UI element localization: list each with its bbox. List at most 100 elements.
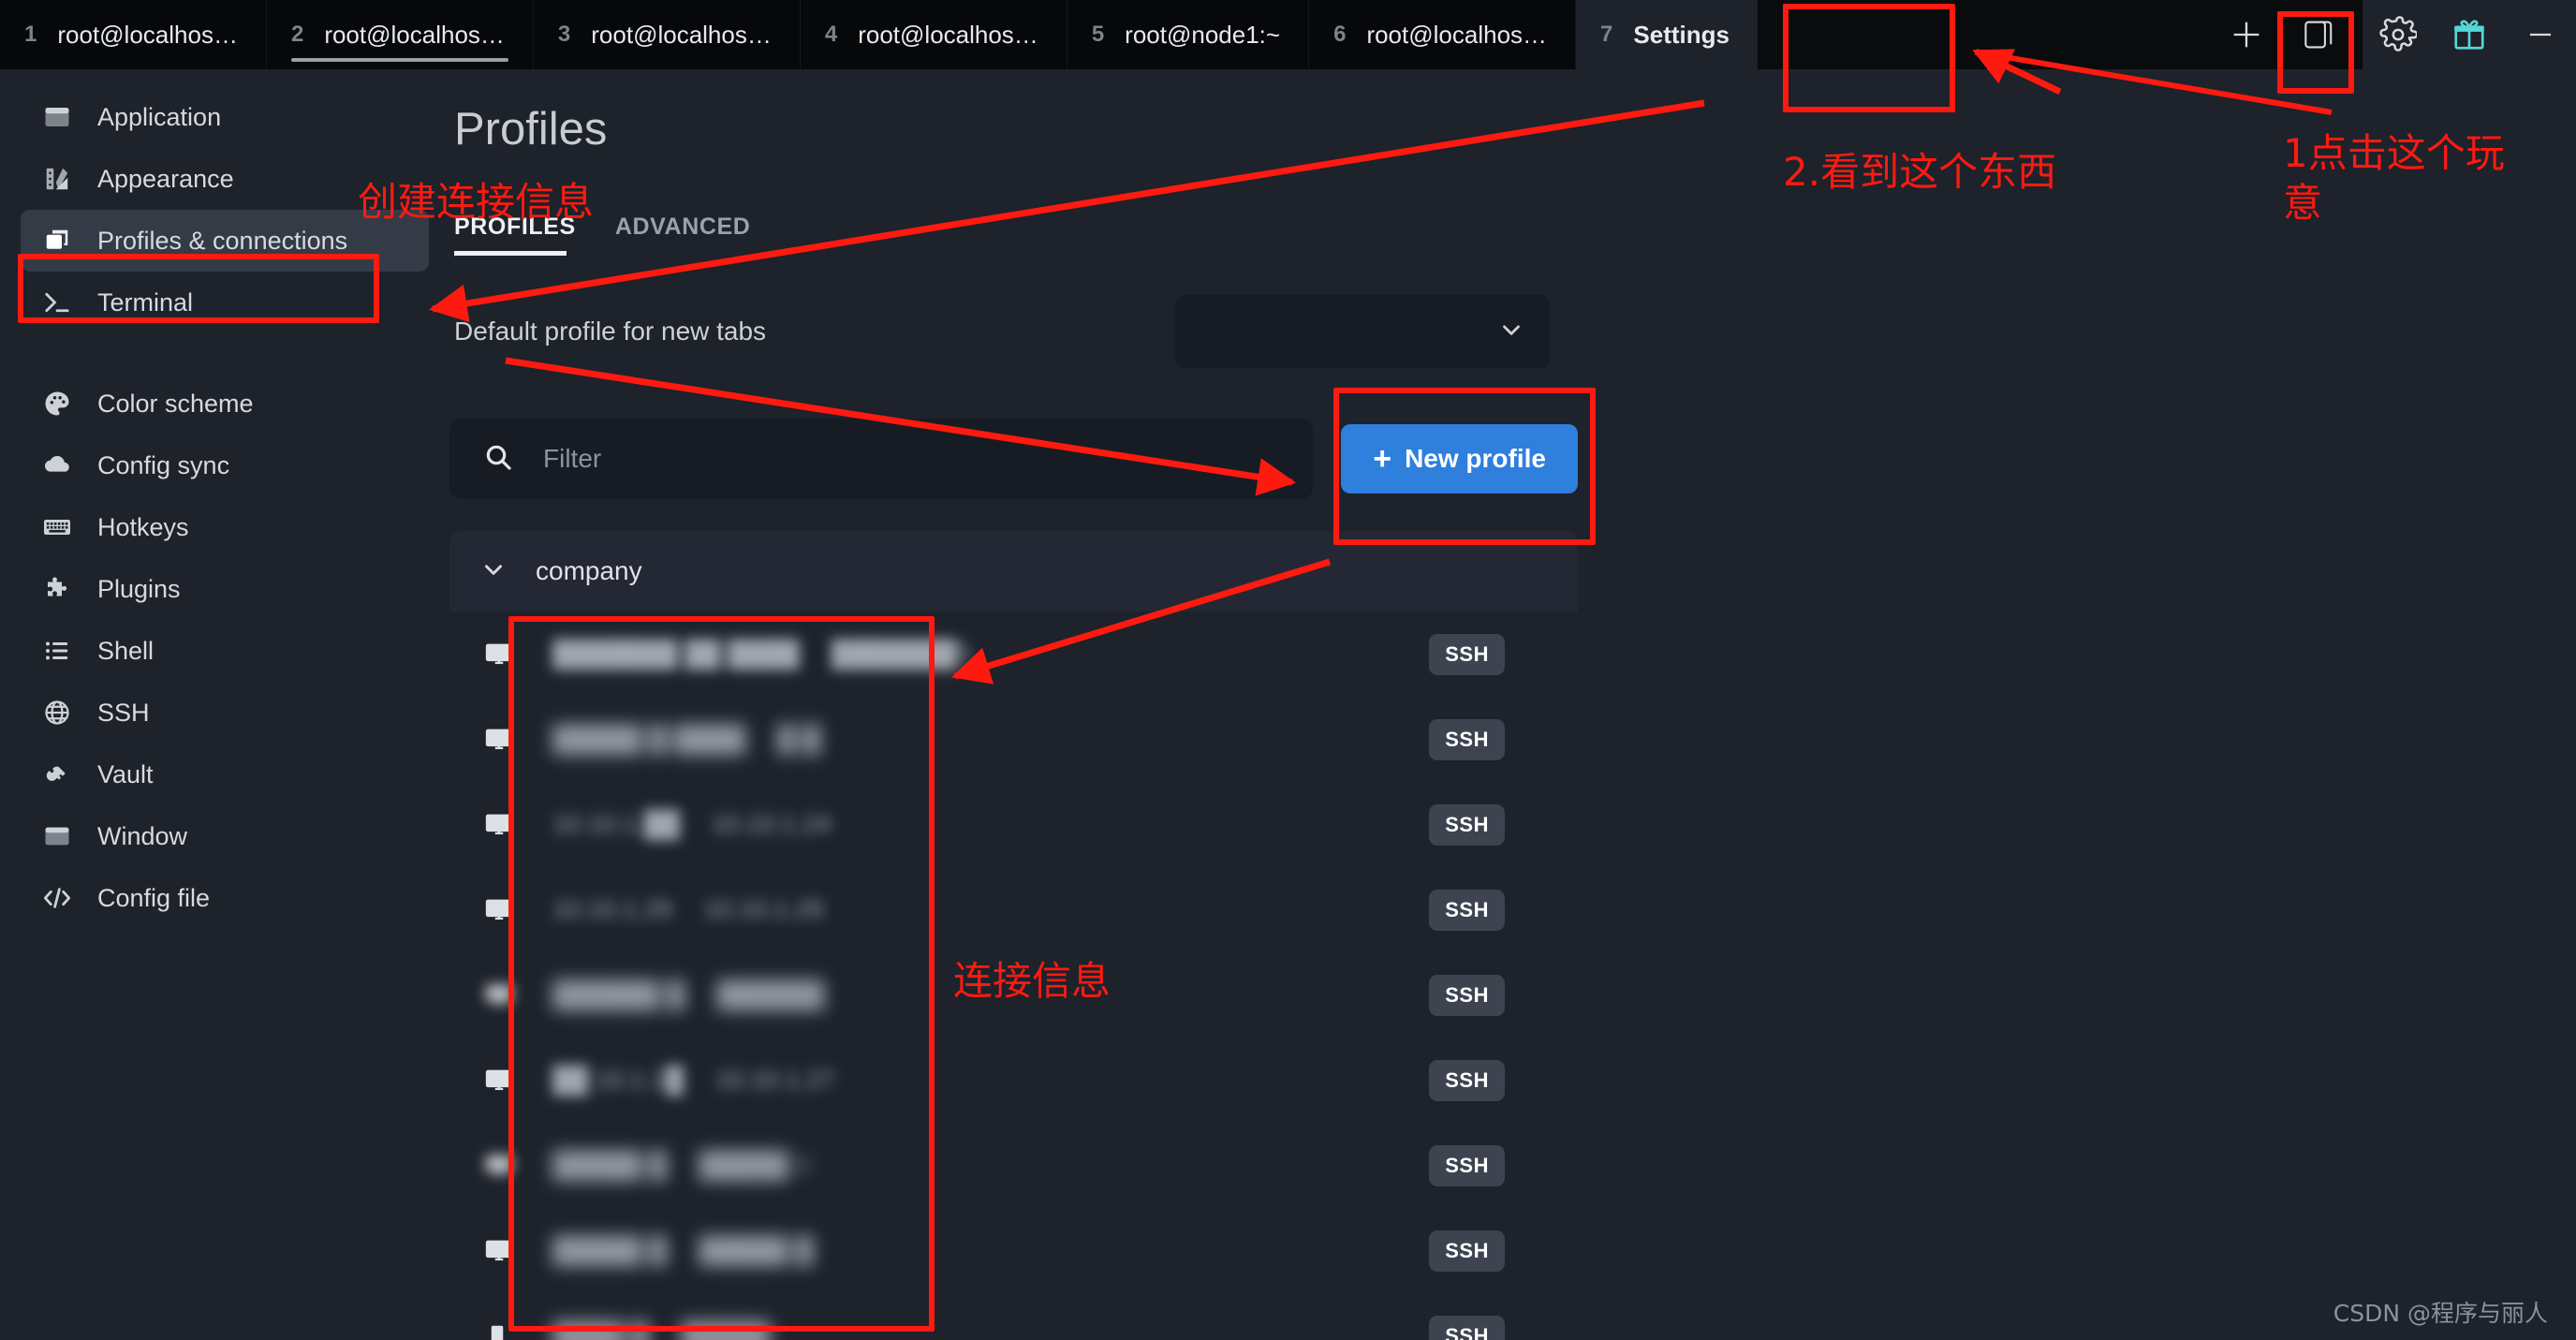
sidebar-item-label: Config sync [97, 450, 230, 479]
status-badge: SSH [1429, 974, 1505, 1016]
table-row[interactable]: ████ █ █████ SSH [449, 1293, 1578, 1340]
status-badge: SSH [1429, 803, 1505, 846]
profile-name: █████ █ [552, 1236, 668, 1264]
sidebar-item-plugins[interactable]: Plugins [21, 558, 429, 620]
sidebar-item-label: Plugins [97, 574, 181, 603]
annotation-step-two: 2.看到这个东西 [1783, 149, 2057, 195]
profiles-subtabs: PROFILES ADVANCED [449, 214, 1578, 256]
minimize-icon[interactable] [2505, 0, 2576, 69]
profile-name: 10.10.1.██ [552, 810, 680, 838]
cloud-icon [41, 449, 73, 481]
table-row[interactable]: █████ █ ████ █ █ SSH [449, 697, 1578, 782]
group-name: company [536, 556, 642, 585]
color-palette-icon [41, 388, 73, 420]
sidebar-item-shell[interactable]: Shell [21, 620, 429, 682]
profile-host: ███████5 [831, 640, 971, 668]
plus-icon: + [1373, 441, 1392, 477]
sidebar-item-ssh[interactable]: SSH [21, 682, 429, 744]
sidebar-item-vault[interactable]: Vault [21, 744, 429, 805]
row-text: █████ █ █████ 4 [552, 1151, 1429, 1180]
table-row[interactable]: ███████ ██ ████ ███████5 SSH [449, 611, 1578, 697]
tab-index: 1 [24, 22, 37, 47]
profiles-panel: Profiles PROFILES ADVANCED Default profi… [449, 69, 1578, 1340]
group-header[interactable]: company [449, 531, 1578, 611]
terminal-tab-5[interactable]: 5 root@node1:~ [1067, 0, 1310, 69]
tab-index: 3 [557, 22, 571, 47]
annotation-step-one: 1点击这个玩 意 [2283, 130, 2505, 226]
profile-name: █████ █ [552, 1151, 668, 1179]
sidebar-item-window[interactable]: Window [21, 805, 429, 867]
sidebar-item-label: Window [97, 821, 188, 850]
row-text: ██ 10.1.2█ 10.10.1.27 [552, 1066, 1429, 1095]
tab-settings[interactable]: 7 Settings [1576, 0, 1758, 69]
sidebar-item-application[interactable]: Application [21, 86, 429, 148]
tab-index: 5 [1091, 22, 1105, 47]
chevron-down-icon [479, 555, 508, 588]
tab-advanced[interactable]: ADVANCED [615, 214, 751, 256]
chevron-down-icon [1497, 316, 1525, 348]
search-input[interactable]: Filter [449, 419, 1314, 499]
sidebar-item-terminal[interactable]: Terminal [21, 272, 429, 333]
status-badge: SSH [1429, 1230, 1505, 1272]
sidebar-item-label: SSH [97, 698, 150, 727]
status-badge: SSH [1429, 1059, 1505, 1101]
terminal-tab-3[interactable]: 3 root@localhos… [533, 0, 801, 69]
monitor-icon [483, 1150, 524, 1182]
tab-index: 6 [1333, 22, 1347, 47]
table-row[interactable]: █████ █ █████ 4 SSH [449, 1123, 1578, 1208]
sidebar-item-label: Profiles & connections [97, 226, 348, 255]
annotation-connection-info: 连接信息 [953, 958, 1111, 1004]
window-icon [41, 101, 73, 133]
gift-icon[interactable] [2434, 0, 2505, 69]
new-profile-label: New profile [1405, 444, 1546, 473]
status-badge: SSH [1429, 1144, 1505, 1186]
annotation-create-connection-info: 创建连接信息 [358, 179, 595, 225]
table-row[interactable]: █████ █ █████ █ SSH [449, 1208, 1578, 1293]
window-frame-icon [41, 820, 73, 852]
filter-placeholder: Filter [543, 444, 602, 473]
split-pane-icon[interactable] [2282, 0, 2353, 69]
sidebar-item-config-file[interactable]: Config file [21, 867, 429, 929]
settings-gear-icon[interactable] [2363, 0, 2434, 69]
profile-group-company: company [449, 531, 1578, 611]
sidebar-item-label: Application [97, 102, 222, 131]
page-title: Profiles [454, 104, 608, 155]
profile-host: █████ █ [699, 1236, 814, 1264]
profile-name: ██ 10.1.2█ [552, 1066, 684, 1094]
sidebar-item-config-sync[interactable]: Config sync [21, 434, 429, 496]
row-text: █████ █ ████ █ █ [552, 725, 1429, 754]
search-icon [483, 442, 513, 477]
tab-index: 7 [1600, 22, 1613, 47]
profile-host: █████ [681, 1321, 771, 1340]
profile-name: ██████ █ [552, 980, 685, 1009]
status-badge: SSH [1429, 1315, 1505, 1340]
sidebar-item-label: Config file [97, 883, 211, 912]
monitor-icon [483, 979, 524, 1011]
terminal-tab-1[interactable]: 1 root@localhos… [0, 0, 267, 69]
sidebar-item-label: Shell [97, 636, 155, 665]
table-row[interactable]: ██ 10.1.2█ 10.10.1.27 SSH [449, 1038, 1578, 1123]
sidebar-item-hotkeys[interactable]: Hotkeys [21, 496, 429, 558]
sidebar-item-label: Terminal [97, 287, 194, 317]
sidebar-item-color-scheme[interactable]: Color scheme [21, 373, 429, 434]
table-row[interactable]: 10.10.1.██ 10.10.1.24 SSH [449, 782, 1578, 867]
default-profile-select[interactable] [1175, 295, 1550, 368]
terminal-tab-2[interactable]: 2 root@localhos… [266, 0, 534, 69]
monitor-icon [483, 809, 524, 841]
profile-host: 10.10.1.29 [703, 895, 824, 923]
new-profile-button[interactable]: + New profile [1341, 424, 1578, 493]
tab-title: Settings [1633, 20, 1730, 49]
monitor-icon [483, 894, 524, 926]
table-row[interactable]: 10.10.1.29 10.10.1.29 SSH [449, 867, 1578, 952]
terminal-prompt-icon [41, 287, 73, 318]
terminal-tab-6[interactable]: 6 root@localhos… [1309, 0, 1577, 69]
settings-sidebar: Application Appearance Profiles & connec… [0, 69, 449, 1340]
monitor-icon [483, 1065, 524, 1097]
row-text: █████ █ █████ █ [552, 1236, 1429, 1265]
profile-host: 10.10.1.27 [714, 1066, 835, 1094]
row-text: ████ █ █████ [552, 1321, 1429, 1340]
profile-name: 10.10.1.29 [552, 895, 672, 923]
terminal-tab-4[interactable]: 4 root@localhos… [800, 0, 1067, 69]
new-tab-icon[interactable] [2211, 0, 2282, 69]
key-icon [41, 758, 73, 790]
